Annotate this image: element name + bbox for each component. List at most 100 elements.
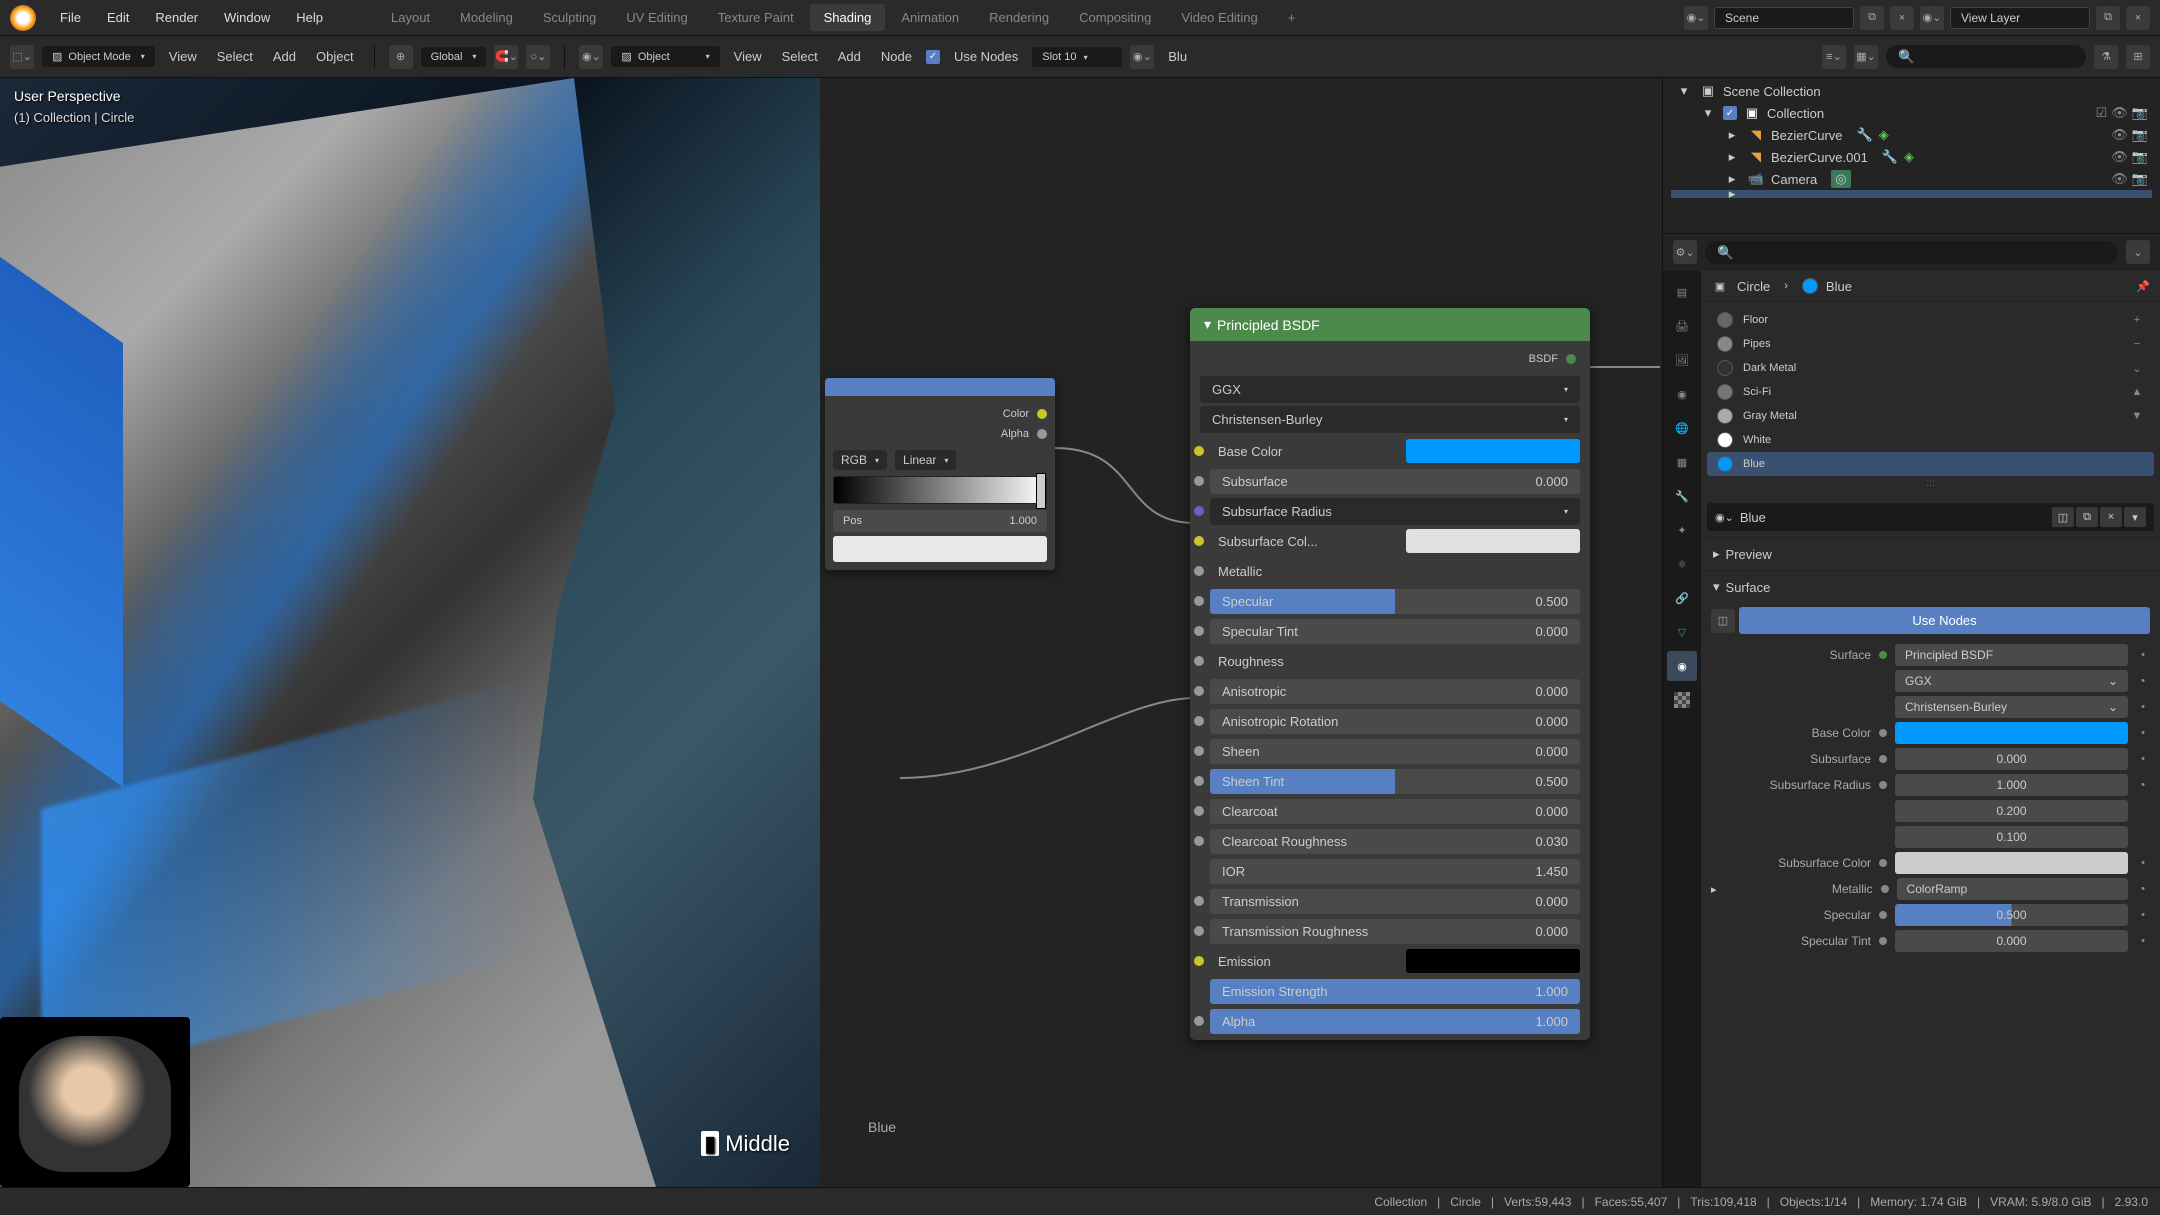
distribution-select[interactable]: GGX▾ <box>1200 376 1580 403</box>
mat-slot-scifi[interactable]: Sci-Fi▲ <box>1707 380 2154 404</box>
tab-uv[interactable]: UV Editing <box>612 4 701 31</box>
surface-options-icon[interactable]: • <box>2136 648 2150 662</box>
viewlayer-input[interactable] <box>1950 7 2090 29</box>
mat-slot-floor[interactable]: Floor+ <box>1707 308 2154 332</box>
display-mode-icon[interactable]: ▦⌄ <box>1854 45 1878 69</box>
tab-compositing[interactable]: Compositing <box>1065 4 1165 31</box>
modifier2-icon[interactable]: ◈ <box>1879 127 1889 143</box>
prop-subcolor-swatch[interactable] <box>1895 852 2128 874</box>
material-browse-icon[interactable]: ◉⌄ <box>1130 45 1154 69</box>
sheen-input[interactable]: Sheen0.000 <box>1210 739 1580 764</box>
node-header[interactable] <box>825 378 1055 396</box>
mat-copy-icon[interactable]: ⧉ <box>2076 507 2098 527</box>
colorramp-pos-input[interactable]: Pos1.000 <box>833 510 1047 532</box>
material-name-field[interactable]: Blu <box>1162 49 1193 64</box>
clearr-input[interactable]: Clearcoat Roughness0.030 <box>1210 829 1580 854</box>
nodetree-icon[interactable]: ◫ <box>2052 507 2074 527</box>
trans-input[interactable]: Transmission0.000 <box>1210 889 1580 914</box>
mat-slot-white[interactable]: White <box>1707 428 2154 452</box>
basecolor-link-dot[interactable] <box>1879 729 1887 737</box>
tree-item-camera[interactable]: ▸ 📹 Camera ◎ 👁 📷 <box>1671 168 2152 190</box>
ior-input[interactable]: IOR1.450 <box>1210 859 1580 884</box>
filter-icon[interactable]: ⚗ <box>2094 45 2118 69</box>
color-output-socket[interactable] <box>1037 409 1047 419</box>
tab-world-icon[interactable]: 🌐 <box>1667 413 1697 443</box>
props-options-icon[interactable]: ⌄ <box>2126 240 2150 264</box>
orientation-icon[interactable]: ⊕ <box>389 45 413 69</box>
render-icon[interactable]: 📷 <box>2132 105 2148 121</box>
sheentint-socket[interactable] <box>1194 776 1204 786</box>
viewport-select-menu[interactable]: Select <box>211 49 259 64</box>
colorramp-node[interactable]: Color Alpha RGB▾ Linear▾ Pos1.000 <box>825 378 1055 570</box>
colorramp-interp-select[interactable]: Linear▾ <box>895 450 956 470</box>
slot-up-icon[interactable]: ▲ <box>2130 385 2144 399</box>
spectint-link-dot[interactable] <box>1879 937 1887 945</box>
menu-window[interactable]: Window <box>212 6 282 29</box>
tab-physics-icon[interactable]: ⚛ <box>1667 549 1697 579</box>
tab-data-icon[interactable]: ▽ <box>1667 617 1697 647</box>
proportional-icon[interactable]: ○⌄ <box>526 45 550 69</box>
mat-slot-pipes[interactable]: Pipes− <box>1707 332 2154 356</box>
preview-section-header[interactable]: ▸Preview <box>1701 538 2160 570</box>
tab-scene-icon[interactable]: ◉ <box>1667 379 1697 409</box>
surface-section-header[interactable]: ▾Surface <box>1701 571 2160 603</box>
tab-texture-icon[interactable] <box>1667 685 1697 715</box>
props-search-input[interactable] <box>1705 241 2118 264</box>
layer-browse-icon[interactable]: ◉⌄ <box>1920 6 1944 30</box>
modifier-icon[interactable]: 🔧 <box>1857 127 1873 143</box>
node-select-menu[interactable]: Select <box>776 49 824 64</box>
slot-down-icon[interactable]: ▼ <box>2130 409 2144 423</box>
subcolor-swatch[interactable] <box>1406 529 1580 553</box>
bsdf-output-socket[interactable] <box>1566 354 1576 364</box>
prop-distribution-select[interactable]: GGX⌄ <box>1895 670 2128 692</box>
tree-item-circle[interactable]: ▸ <box>1671 190 2152 198</box>
outliner-search-input[interactable] <box>1886 45 2086 68</box>
subsurface-socket[interactable] <box>1194 476 1204 486</box>
node-node-menu[interactable]: Node <box>875 49 918 64</box>
alpha-output-socket[interactable] <box>1037 429 1047 439</box>
transr-input[interactable]: Transmission Roughness0.000 <box>1210 919 1580 944</box>
viewport-object-menu[interactable]: Object <box>310 49 360 64</box>
colorramp-color-swatch[interactable] <box>833 536 1047 562</box>
principled-bsdf-node[interactable]: ▾Principled BSDF BSDF GGX▾ Christensen-B… <box>1190 308 1590 1040</box>
render-icon[interactable]: 📷 <box>2132 127 2148 143</box>
ems-input[interactable]: Emission Strength1.000 <box>1210 979 1580 1004</box>
tab-modeling[interactable]: Modeling <box>446 4 527 31</box>
trans-socket[interactable] <box>1194 896 1204 906</box>
tab-render-icon[interactable]: ▤ <box>1667 277 1697 307</box>
tab-rendering[interactable]: Rendering <box>975 4 1063 31</box>
tab-modifiers-icon[interactable]: 🔧 <box>1667 481 1697 511</box>
clearcoat-socket[interactable] <box>1194 806 1204 816</box>
bsdf-header[interactable]: ▾Principled BSDF <box>1190 308 1590 341</box>
mode-select[interactable]: ▨ Object Mode▾ <box>42 46 155 67</box>
tab-output-icon[interactable]: 🖨 <box>1667 311 1697 341</box>
editor-type-node-icon[interactable]: ◉⌄ <box>579 45 603 69</box>
prop-subsurface-input[interactable]: 0.000 <box>1895 748 2128 770</box>
3d-viewport[interactable]: User Perspective (1) Collection | Circle… <box>0 78 820 1187</box>
anisor-input[interactable]: Anisotropic Rotation0.000 <box>1210 709 1580 734</box>
eye-icon[interactable]: 👁 <box>2111 127 2128 143</box>
slot-select[interactable]: Slot 10 ▾ <box>1032 47 1122 67</box>
menu-help[interactable]: Help <box>284 6 335 29</box>
transr-socket[interactable] <box>1194 926 1204 936</box>
subcolor-link-dot[interactable] <box>1879 859 1887 867</box>
tab-layout[interactable]: Layout <box>377 4 444 31</box>
emission-socket[interactable] <box>1194 956 1204 966</box>
viewport-add-menu[interactable]: Add <box>267 49 302 64</box>
tab-sculpting[interactable]: Sculpting <box>529 4 610 31</box>
scene-browse-icon[interactable]: ◉⌄ <box>1684 6 1708 30</box>
tab-add-workspace[interactable]: + <box>1274 4 1310 31</box>
layer-copy-icon[interactable]: ⧉ <box>2096 6 2120 30</box>
spectint-socket[interactable] <box>1194 626 1204 636</box>
props-type-icon[interactable]: ⚙⌄ <box>1673 240 1697 264</box>
use-nodes-checkbox[interactable]: ✓ <box>926 50 940 64</box>
editor-type-3d-icon[interactable]: ⬚⌄ <box>10 45 34 69</box>
prop-subr3-input[interactable]: 0.100 <box>1895 826 2128 848</box>
sheen-socket[interactable] <box>1194 746 1204 756</box>
remove-slot-icon[interactable]: − <box>2130 337 2144 351</box>
subsurface-input[interactable]: Subsurface0.000 <box>1210 469 1580 494</box>
alpha-socket[interactable] <box>1194 1016 1204 1026</box>
eye-icon[interactable]: 👁 <box>2111 171 2128 187</box>
prop-subr1-input[interactable]: 1.000 <box>1895 774 2128 796</box>
anisor-socket[interactable] <box>1194 716 1204 726</box>
